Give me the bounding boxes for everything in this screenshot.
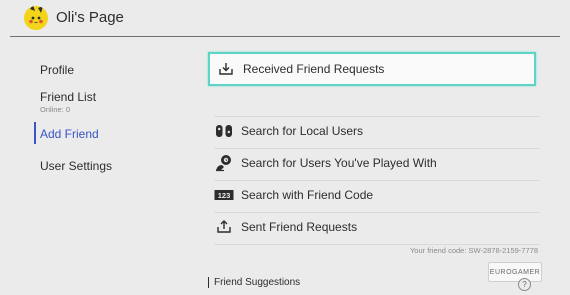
outbox-upload-icon — [214, 217, 234, 237]
sidebar-item-friend-list[interactable]: Friend List Online: 0 — [40, 90, 96, 114]
sent-friend-requests-button[interactable]: Sent Friend Requests — [208, 211, 540, 243]
sidebar-item-label: Friend List — [40, 90, 97, 104]
online-count: Online: 0 — [40, 105, 71, 114]
sidebar-item-label: Add Friend — [40, 127, 99, 141]
divider — [214, 244, 540, 245]
option-label: Search for Users You've Played With — [241, 156, 437, 170]
page-header: Oli's Page — [0, 0, 570, 37]
help-icon[interactable]: ? — [518, 278, 531, 291]
friend-suggestions-heading: Friend Suggestions — [208, 277, 300, 288]
sidebar-item-profile[interactable]: Profile — [40, 63, 74, 77]
sidebar-item-add-friend[interactable]: Add Friend — [40, 127, 99, 141]
page-title: Oli's Page — [56, 9, 124, 26]
search-local-users-button[interactable]: Search for Local Users — [208, 115, 540, 147]
received-friend-requests-button[interactable]: Received Friend Requests — [208, 52, 536, 86]
option-label: Sent Friend Requests — [241, 220, 358, 234]
eurogamer-watermark: EUROGAMER — [488, 262, 542, 282]
option-label: Search for Local Users — [241, 124, 364, 138]
option-label: Received Friend Requests — [243, 62, 385, 76]
friend-code-icon: 123 — [214, 185, 234, 205]
svg-text:123: 123 — [218, 191, 231, 200]
search-friend-code-button[interactable]: 123 Search with Friend Code — [208, 179, 540, 211]
joycons-icon — [214, 121, 234, 141]
pikachu-avatar-icon[interactable] — [24, 6, 48, 30]
sidebar-item-label: Profile — [40, 63, 75, 77]
active-indicator — [34, 122, 36, 144]
sidebar-item-label: User Settings — [40, 159, 113, 173]
option-label: Search with Friend Code — [241, 188, 374, 202]
friend-code-text: Your friend code: SW-2878-2159-7778 — [409, 246, 538, 255]
inbox-download-icon — [216, 59, 236, 79]
sidebar-item-user-settings[interactable]: User Settings — [40, 159, 112, 173]
played-with-icon — [214, 153, 234, 173]
search-played-with-button[interactable]: Search for Users You've Played With — [208, 147, 540, 179]
add-friend-panel: Received Friend Requests Search for Loca… — [208, 37, 540, 295]
sidebar: Profile Friend List Online: 0 Add Friend… — [0, 37, 190, 295]
